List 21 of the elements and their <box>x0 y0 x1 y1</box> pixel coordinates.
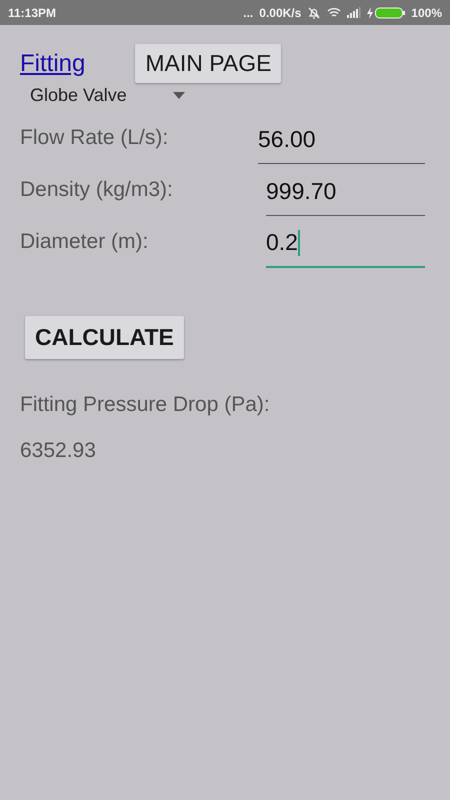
network-speed: 0.00K/s <box>259 6 302 20</box>
result-value: 6352.93 <box>20 439 97 463</box>
input-field[interactable]: 56.00 <box>258 126 425 164</box>
result-label: Fitting Pressure Drop (Pa): <box>20 393 271 417</box>
main-page-button[interactable]: MAIN PAGE <box>135 44 282 83</box>
field-label: Density (kg/m3): <box>20 178 174 203</box>
muted-bell-icon <box>307 6 322 20</box>
status-time: 11:13PM <box>8 6 56 20</box>
field-label: Diameter (m): <box>20 230 150 255</box>
signal-icon <box>347 7 362 18</box>
input-field[interactable]: 999.70 <box>266 178 425 216</box>
input-field[interactable]: 0.2 <box>266 229 425 268</box>
battery-percent: 100% <box>411 6 442 20</box>
dropdown-caret-icon[interactable] <box>173 92 185 99</box>
field-label: Flow Rate (L/s): <box>20 126 170 151</box>
status-dots: ... <box>243 6 254 20</box>
wifi-icon <box>327 6 342 18</box>
dropdown-value[interactable]: Globe Valve <box>30 85 127 106</box>
fitting-link[interactable]: Fitting <box>20 50 86 78</box>
calculate-button[interactable]: CALCULATE <box>25 316 184 359</box>
battery-icon <box>367 6 406 18</box>
